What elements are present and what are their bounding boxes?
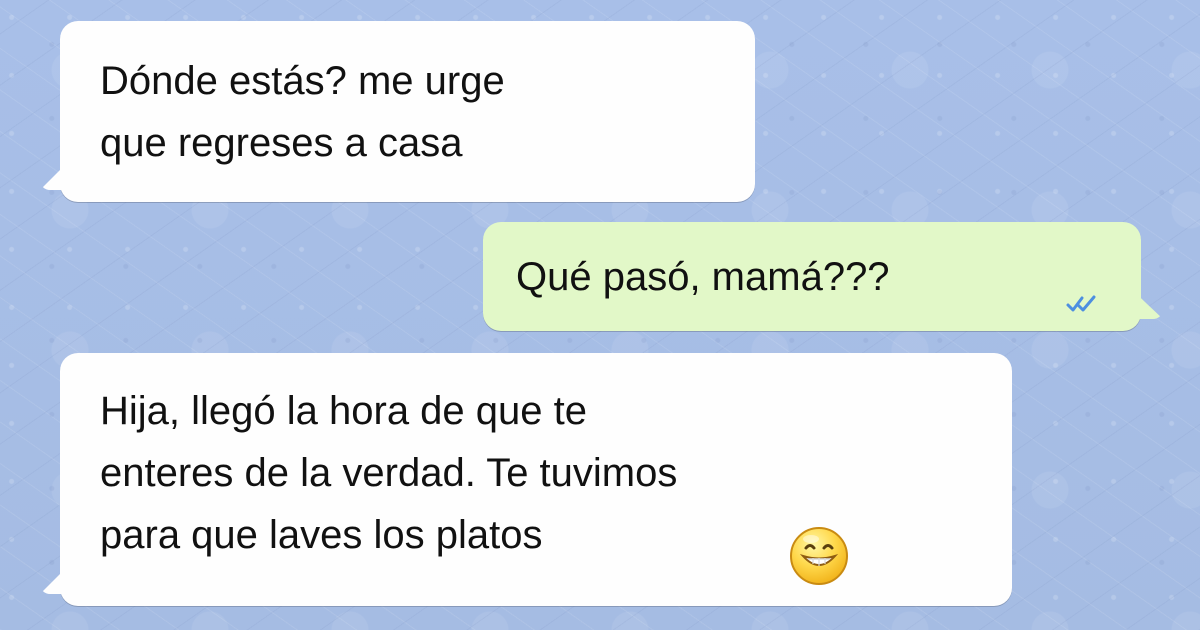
grinning-face-icon	[788, 525, 850, 587]
incoming-message-bubble[interactable]: Dónde estás? me urge que regreses a casa	[40, 21, 755, 202]
message-text: Hija, llegó la hora de que te enteres de…	[100, 389, 678, 557]
message-text: Qué pasó, mamá???	[516, 255, 890, 299]
incoming-message-bubble[interactable]: Hija, llegó la hora de que te enteres de…	[40, 353, 1012, 606]
message-text: Dónde estás? me urge que regreses a casa	[100, 59, 505, 165]
outgoing-message-bubble[interactable]: Qué pasó, mamá???	[483, 222, 1163, 331]
double-check-icon	[1065, 294, 1099, 314]
